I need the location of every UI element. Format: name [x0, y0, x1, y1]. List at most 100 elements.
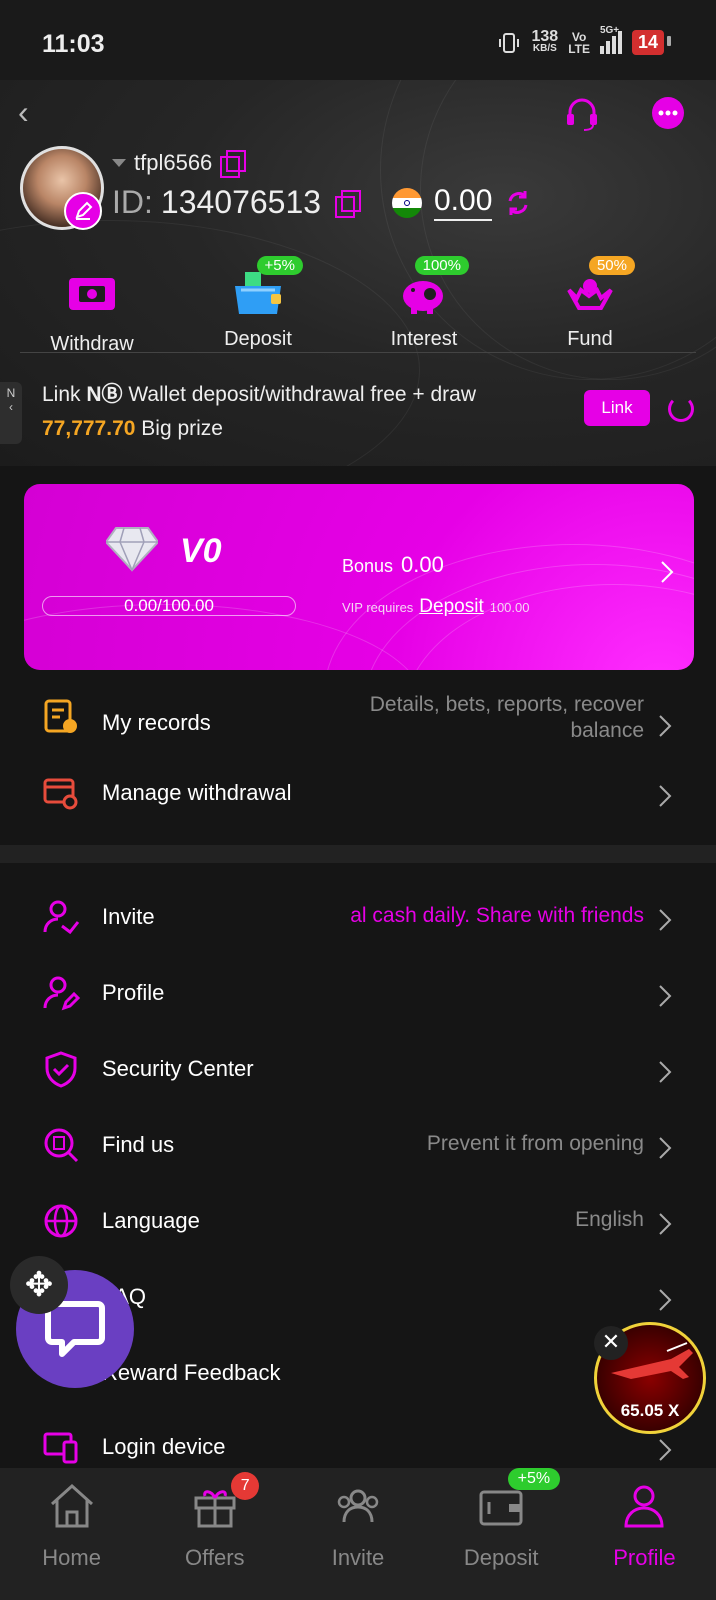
interest-action[interactable]: 100% Interest [364, 256, 484, 351]
invite-label: Invite [102, 904, 155, 929]
nav-home[interactable]: Home [0, 1468, 143, 1600]
vip-card[interactable]: V0 0.00/100.00 Bonus 0.00 VIP requires D… [24, 484, 694, 670]
fund-action[interactable]: 50% Fund [530, 256, 650, 351]
username-row: tfpl6566 [112, 150, 247, 178]
vip-deposit-link[interactable]: Deposit [419, 596, 483, 618]
chevron-right-icon [659, 909, 672, 931]
copy-username-icon[interactable] [220, 150, 247, 178]
my-records-label: My records [102, 710, 211, 735]
deposit-nav-badge: +5% [507, 1468, 561, 1490]
menu-security-center[interactable]: Security Center [0, 1032, 716, 1108]
chevron-right-icon [659, 1061, 672, 1083]
chevron-right-icon [659, 1289, 672, 1311]
shield-icon [45, 1051, 77, 1088]
balance-amount[interactable]: 0.00 [434, 184, 493, 221]
pencil-icon [75, 201, 93, 220]
vip-level: V0 [180, 532, 222, 570]
chevron-right-icon [659, 785, 672, 807]
vibrate-icon [499, 32, 520, 53]
nav-offers-label: Offers [185, 1545, 245, 1570]
nav-profile-label: Profile [613, 1545, 676, 1570]
fund-badge: 50% [588, 256, 635, 275]
interest-badge: 100% [414, 256, 469, 275]
nav-invite-label: Invite [331, 1545, 385, 1570]
manage-withdrawal-row[interactable]: Manage withdrawal [0, 756, 716, 832]
reward-feedback-label: Reward Feedback [102, 1360, 281, 1385]
records-icon [44, 699, 77, 733]
chevron-right-icon [659, 985, 672, 1007]
my-records-row[interactable]: My records Details, bets, reports, recov… [0, 680, 716, 768]
link-wallet-button[interactable]: Link [584, 390, 650, 426]
vip-requires-label: VIP requires [342, 600, 414, 615]
edit-avatar-button[interactable] [64, 192, 102, 230]
menu-profile[interactable]: Profile [0, 956, 716, 1032]
dropdown-caret-icon[interactable] [112, 159, 126, 167]
section-divider [0, 845, 716, 863]
nav-profile[interactable]: Profile [573, 1468, 716, 1600]
bottom-nav: Home 7 Offers Invite +5% Deposit Profile [0, 1468, 716, 1600]
bonus-label: Bonus [342, 556, 394, 576]
nav-deposit-label: Deposit [463, 1545, 539, 1570]
back-button[interactable]: ‹ [18, 94, 29, 131]
message-icon[interactable] [650, 96, 686, 132]
withdraw-action[interactable]: Withdraw [32, 270, 152, 356]
status-bar: 11:03 138 KB/S Vo LTE 5G+ 14 [0, 0, 716, 80]
chevron-right-icon [659, 1439, 672, 1461]
search-building-icon [44, 1128, 79, 1163]
piggy-bank-icon: 100% [397, 256, 469, 318]
group-icon [337, 1489, 379, 1523]
security-center-label: Security Center [102, 1056, 254, 1081]
menu-language[interactable]: Language English [0, 1184, 716, 1260]
profile-edit-icon [43, 976, 80, 1011]
wallet-icon: +5% [231, 256, 303, 318]
copy-id-icon[interactable] [335, 189, 362, 218]
withdraw-icon [69, 278, 115, 310]
fund-hands-icon: 50% [563, 256, 635, 318]
deposit-action[interactable]: +5% Deposit [198, 256, 318, 351]
battery-indicator: 14 [631, 30, 672, 55]
refresh-balance-icon[interactable] [504, 189, 532, 217]
chevron-right-icon [659, 715, 672, 737]
profile-header: ‹ tfpl6566 ID: 134076513 0.00 Withdraw +… [0, 80, 716, 466]
nav-deposit[interactable]: +5% Deposit [430, 1468, 573, 1600]
game-multiplier: 65.05 X [620, 1401, 680, 1420]
deposit-badge: +5% [256, 256, 303, 275]
globe-icon [44, 1204, 78, 1238]
interest-label: Interest [390, 328, 458, 350]
divider [20, 352, 696, 353]
bonus-value: 0.00 [401, 552, 444, 577]
withdrawal-settings-icon [43, 778, 78, 810]
vip-requires-value: 100.00 [489, 600, 530, 615]
home-icon [50, 1483, 93, 1528]
find-us-label: Find us [102, 1132, 175, 1157]
chevron-right-icon [659, 1137, 672, 1159]
refresh-icon[interactable] [668, 396, 694, 422]
vip-progress-bar: 0.00/100.00 [42, 596, 296, 616]
vip-progress-text: 0.00/100.00 [124, 596, 214, 615]
deposit-label: Deposit [224, 328, 292, 350]
menu-invite[interactable]: Invite al cash daily. Share with friends [0, 880, 716, 956]
fund-label: Fund [567, 328, 613, 350]
side-drawer-tab[interactable]: N ‹ [0, 382, 22, 444]
diamond-icon [106, 527, 158, 572]
nav-home-label: Home [42, 1545, 101, 1570]
status-indicators: 138 KB/S Vo LTE 5G+ 14 [497, 25, 672, 56]
customer-service-icon[interactable] [564, 96, 600, 132]
find-us-hint: Prevent it from opening [426, 1132, 644, 1155]
chevron-right-icon [659, 1213, 672, 1235]
nav-offers[interactable]: 7 Offers [143, 1468, 286, 1600]
menu-find-us[interactable]: Find us Prevent it from opening [0, 1108, 716, 1184]
vip-bonus: Bonus 0.00 [342, 552, 444, 578]
drag-move-icon[interactable]: ✥ [10, 1256, 68, 1314]
signal-icon: 5G+ [599, 25, 622, 54]
invite-user-icon [43, 900, 80, 935]
vip-requirement: VIP requires Deposit 100.00 [342, 596, 529, 618]
close-icon[interactable]: ✕ [594, 1326, 628, 1360]
user-id-row: ID: 134076513 [112, 184, 362, 221]
profile-nav-icon [624, 1485, 664, 1528]
wallet-promo-text: Link NⒷ Wallet deposit/withdrawal free +… [42, 383, 477, 440]
volte-indicator: Vo LTE [568, 29, 590, 56]
login-device-label: Login device [102, 1434, 226, 1459]
nav-invite[interactable]: Invite [286, 1468, 429, 1600]
language-value: English [575, 1208, 644, 1231]
